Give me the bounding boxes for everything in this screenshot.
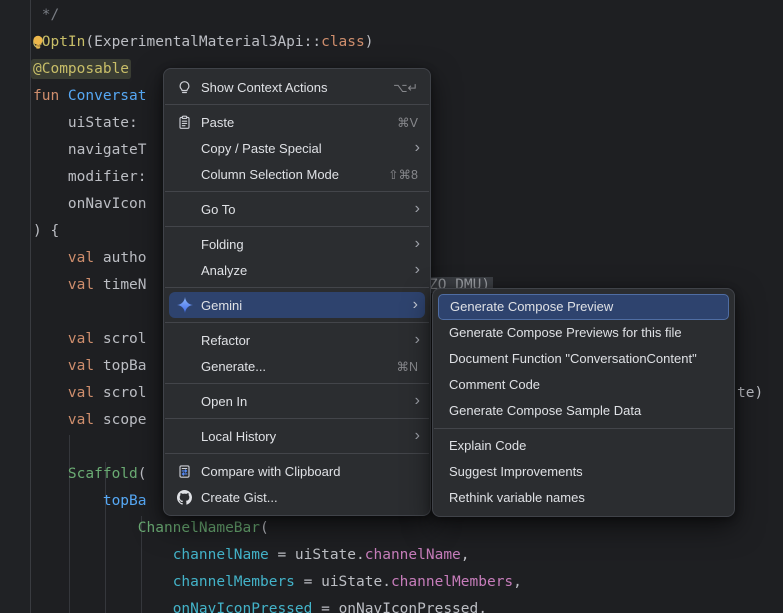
menu-item-go-to[interactable]: Go To ›	[164, 196, 430, 222]
gemini-submenu: Generate Compose Preview Generate Compos…	[432, 288, 735, 517]
intention-bulb-icon[interactable]	[30, 34, 46, 50]
menu-item-label: Open In	[201, 394, 407, 409]
code-line: uiState:	[33, 110, 138, 137]
menu-separator	[165, 418, 429, 419]
menu-item-label: Show Context Actions	[201, 80, 385, 95]
menu-shortcut: ⌘N	[396, 359, 418, 374]
code-line: val scrol	[33, 326, 147, 353]
code-line: topBa	[33, 488, 147, 515]
menu-item-copy-paste-special[interactable]: Copy / Paste Special ›	[164, 135, 430, 161]
gemini-sparkle-icon	[176, 297, 193, 313]
menu-shortcut: ⌘V	[397, 115, 418, 130]
submenu-chevron-icon: ›	[415, 332, 420, 348]
code-line: val scrol	[33, 380, 147, 407]
code-line: onNavIconPressed = onNavIconPressed,	[33, 596, 487, 613]
menu-item-label: Local History	[201, 429, 407, 444]
code-line: onNavIcon	[33, 191, 147, 218]
submenu-chevron-icon: ›	[415, 393, 420, 409]
code-line: navigateT	[33, 137, 147, 164]
submenu-chevron-icon: ›	[413, 297, 418, 313]
menu-item-show-context-actions[interactable]: Show Context Actions ⌥↵	[164, 74, 430, 100]
menu-item-gemini[interactable]: Gemini ›	[169, 292, 425, 318]
code-line: channelMembers = uiState.channelMembers,	[33, 569, 522, 596]
menu-separator	[165, 104, 429, 105]
menu-item-paste[interactable]: Paste ⌘V	[164, 109, 430, 135]
menu-item-label: Copy / Paste Special	[201, 141, 407, 156]
code-line: */	[33, 2, 59, 29]
submenu-item-generate-compose-preview[interactable]: Generate Compose Preview	[438, 294, 729, 320]
submenu-chevron-icon: ›	[415, 236, 420, 252]
menu-item-label: Paste	[201, 115, 389, 130]
menu-item-label: Create Gist...	[201, 490, 418, 505]
menu-separator	[165, 322, 429, 323]
submenu-item-generate-compose-sample-data[interactable]: Generate Compose Sample Data	[433, 398, 734, 424]
code-line: val autho	[33, 245, 147, 272]
submenu-item-document-function[interactable]: Document Function "ConversationContent"	[433, 346, 734, 372]
lightbulb-icon	[176, 79, 193, 95]
menu-item-label: Compare with Clipboard	[201, 464, 418, 479]
code-line: modifier:	[33, 164, 147, 191]
code-line: channelName = uiState.channelName,	[33, 542, 470, 569]
code-line: @Composable	[33, 56, 129, 83]
code-line: ) {	[33, 218, 59, 245]
menu-item-column-selection-mode[interactable]: Column Selection Mode ⇧⌘8	[164, 161, 430, 187]
code-line: val scope	[33, 407, 147, 434]
menu-separator	[165, 383, 429, 384]
submenu-chevron-icon: ›	[415, 140, 420, 156]
menu-item-folding[interactable]: Folding ›	[164, 231, 430, 257]
menu-shortcut: ⇧⌘8	[388, 167, 418, 182]
submenu-item-rethink-variable-names[interactable]: Rethink variable names	[433, 485, 734, 511]
menu-item-refactor[interactable]: Refactor ›	[164, 327, 430, 353]
submenu-chevron-icon: ›	[415, 262, 420, 278]
menu-item-label: Analyze	[201, 263, 407, 278]
menu-separator	[165, 453, 429, 454]
compare-clipboard-icon	[176, 463, 193, 479]
menu-item-label: Folding	[201, 237, 407, 252]
menu-item-compare-with-clipboard[interactable]: Compare with Clipboard	[164, 458, 430, 484]
code-line: ChannelNameBar(	[33, 515, 269, 542]
code-line: fun Conversat	[33, 83, 147, 110]
menu-separator	[165, 226, 429, 227]
menu-item-label: Column Selection Mode	[201, 167, 380, 182]
submenu-item-suggest-improvements[interactable]: Suggest Improvements	[433, 459, 734, 485]
highlighted-symbol: @Composable	[33, 61, 129, 77]
menu-item-create-gist[interactable]: Create Gist...	[164, 484, 430, 510]
ide-editor-screen: */ @OptIn(ExperimentalMaterial3Api::clas…	[0, 0, 783, 613]
editor-context-menu: Show Context Actions ⌥↵ Paste ⌘V Copy / …	[163, 68, 431, 516]
clipboard-icon	[176, 114, 193, 130]
menu-shortcut: ⌥↵	[393, 80, 418, 95]
menu-separator	[165, 191, 429, 192]
menu-separator	[434, 428, 733, 429]
menu-separator	[165, 287, 429, 288]
code-line: val timeN	[33, 272, 147, 299]
submenu-item-explain-code[interactable]: Explain Code	[433, 433, 734, 459]
github-icon	[176, 489, 193, 505]
code-fragment: te)	[737, 380, 763, 407]
code-line: val topBa	[33, 353, 147, 380]
menu-item-label: Generate...	[201, 359, 388, 374]
submenu-chevron-icon: ›	[415, 201, 420, 217]
menu-item-label: Refactor	[201, 333, 407, 348]
menu-item-analyze[interactable]: Analyze ›	[164, 257, 430, 283]
menu-item-label: Go To	[201, 202, 407, 217]
submenu-chevron-icon: ›	[415, 428, 420, 444]
submenu-item-generate-compose-previews-file[interactable]: Generate Compose Previews for this file	[433, 320, 734, 346]
editor-gutter	[0, 0, 31, 613]
menu-item-open-in[interactable]: Open In ›	[164, 388, 430, 414]
code-line: Scaffold(	[33, 461, 147, 488]
submenu-item-comment-code[interactable]: Comment Code	[433, 372, 734, 398]
menu-item-local-history[interactable]: Local History ›	[164, 423, 430, 449]
menu-item-generate[interactable]: Generate... ⌘N	[164, 353, 430, 379]
code-line: @OptIn(ExperimentalMaterial3Api::class)	[33, 29, 373, 56]
menu-item-label: Gemini	[201, 298, 405, 313]
